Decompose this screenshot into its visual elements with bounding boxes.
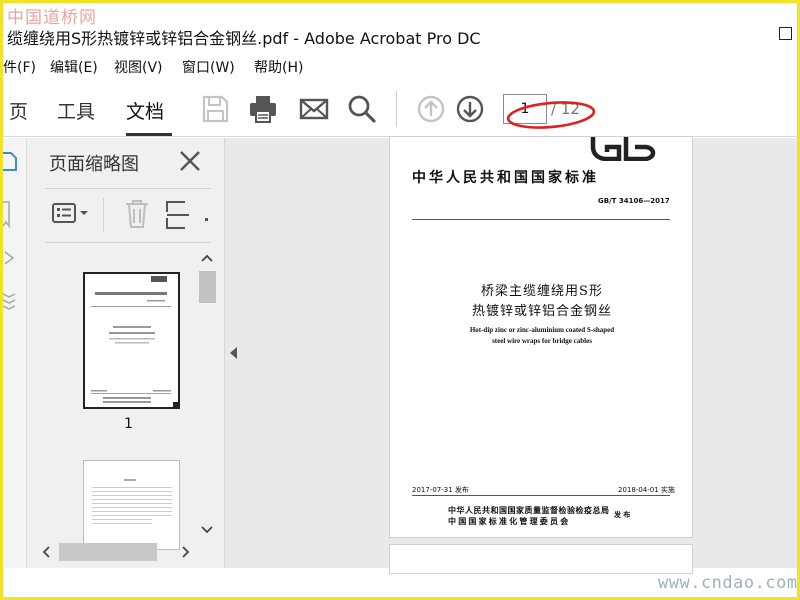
tab-tools[interactable]: 工具 — [57, 97, 95, 124]
save-icon[interactable] — [199, 93, 231, 125]
maximize-button[interactable] — [779, 27, 792, 40]
active-tab-indicator — [126, 133, 172, 136]
scroll-down-icon[interactable] — [201, 525, 213, 535]
layers-icon[interactable] — [3, 290, 15, 310]
document-title-en: steel wire wraps for bridge cables — [492, 337, 592, 345]
thumbnail-page-content — [91, 276, 178, 407]
navigation-strip — [3, 138, 27, 568]
page-thumbnails-icon[interactable] — [3, 150, 17, 172]
menu-help[interactable]: 帮助(H) — [254, 57, 303, 77]
pane-toolbar-separator — [103, 198, 104, 232]
window-title: 缆缠绕用S形热镀锌或锌铝合金钢丝.pdf - Adobe Acrobat Pro… — [7, 29, 481, 48]
page-thumbnail[interactable] — [83, 460, 180, 550]
header-rule — [412, 219, 670, 220]
search-icon[interactable] — [346, 93, 378, 125]
document-title-en: Hot-dip zinc or zinc-aluminium coated S-… — [469, 326, 615, 334]
pane-divider — [45, 242, 211, 243]
document-page — [389, 544, 693, 574]
document-title-cn: 热镀锌或锌铝合金钢丝 — [471, 304, 612, 319]
menu-edit[interactable]: 编辑(E) — [50, 57, 98, 77]
standard-code: GB/T 34106—2017 — [598, 197, 670, 205]
footer-rule — [412, 495, 670, 496]
collapse-pane-icon[interactable] — [229, 347, 239, 359]
thumbnail-page-number: 1 — [124, 416, 133, 432]
document-page: 中华人民共和国国家标准 GB/T 34106—2017 桥梁主缆缠绕用S形 热镀… — [389, 136, 693, 538]
vertical-scroll-thumb[interactable] — [199, 271, 216, 303]
prev-page-icon[interactable] — [415, 93, 447, 125]
pane-title: 页面缩略图 — [49, 154, 139, 175]
document-title-cn: 桥梁主缆缠绕用S形 — [481, 284, 603, 299]
tab-document[interactable]: 文档 — [126, 97, 164, 124]
menu-bar: 件(F) 编辑(E) 视图(V) 窗口(W) 帮助(H) — [3, 55, 797, 79]
watermark-top: 中国道桥网 — [7, 8, 97, 28]
issuer-name: 中国国家标准化管理委员会 — [448, 517, 571, 526]
bookmark-icon[interactable] — [3, 200, 13, 230]
thumbnail-page-content — [92, 479, 172, 524]
more-tools-indicator[interactable] — [205, 218, 208, 221]
scroll-up-icon[interactable] — [201, 253, 213, 263]
title-bar: 缆缠绕用S形热镀锌或锌铝合金钢丝.pdf - Adobe Acrobat Pro… — [3, 3, 797, 53]
next-page-icon[interactable] — [454, 93, 486, 125]
scroll-left-icon[interactable] — [41, 545, 53, 559]
screenshot-frame: 缆缠绕用S形热镀锌或锌铝合金钢丝.pdf - Adobe Acrobat Pro… — [0, 0, 800, 600]
standard-title: 中华人民共和国国家标准 — [412, 170, 599, 186]
menu-file[interactable]: 件(F) — [3, 57, 36, 77]
gb-logo — [590, 137, 656, 161]
menu-window[interactable]: 窗口(W) — [182, 57, 235, 77]
watermark-bottom: www.cndao.com — [658, 573, 798, 593]
email-icon[interactable] — [298, 93, 330, 125]
red-annotation-ellipse — [506, 101, 596, 129]
extract-pages-icon[interactable] — [165, 200, 191, 230]
thumbnail-pane: 页面缩略图 1 — [27, 138, 225, 568]
delete-icon[interactable] — [123, 198, 151, 230]
print-icon[interactable] — [247, 93, 279, 125]
pane-divider — [45, 188, 211, 189]
thumbnail-options-icon[interactable] — [51, 202, 91, 226]
issue-date: 2017-07-31 发布 — [412, 486, 469, 494]
menu-view[interactable]: 视图(V) — [114, 57, 163, 77]
issue-label: 发 布 — [614, 511, 631, 519]
toolbar-separator — [396, 91, 397, 127]
toolbar: 页 工具 文档 1 / 12 — [3, 81, 797, 137]
close-icon[interactable] — [177, 148, 203, 174]
scroll-right-icon[interactable] — [179, 545, 191, 559]
tab-home[interactable]: 页 — [9, 97, 28, 124]
page-thumbnail[interactable] — [83, 272, 180, 409]
attachment-icon[interactable] — [3, 250, 15, 268]
horizontal-scroll-thumb[interactable] — [59, 543, 157, 561]
issuer-name: 中华人民共和国国家质量监督检验检疫总局 — [448, 506, 610, 515]
implement-date: 2018-04-01 实施 — [618, 486, 675, 494]
